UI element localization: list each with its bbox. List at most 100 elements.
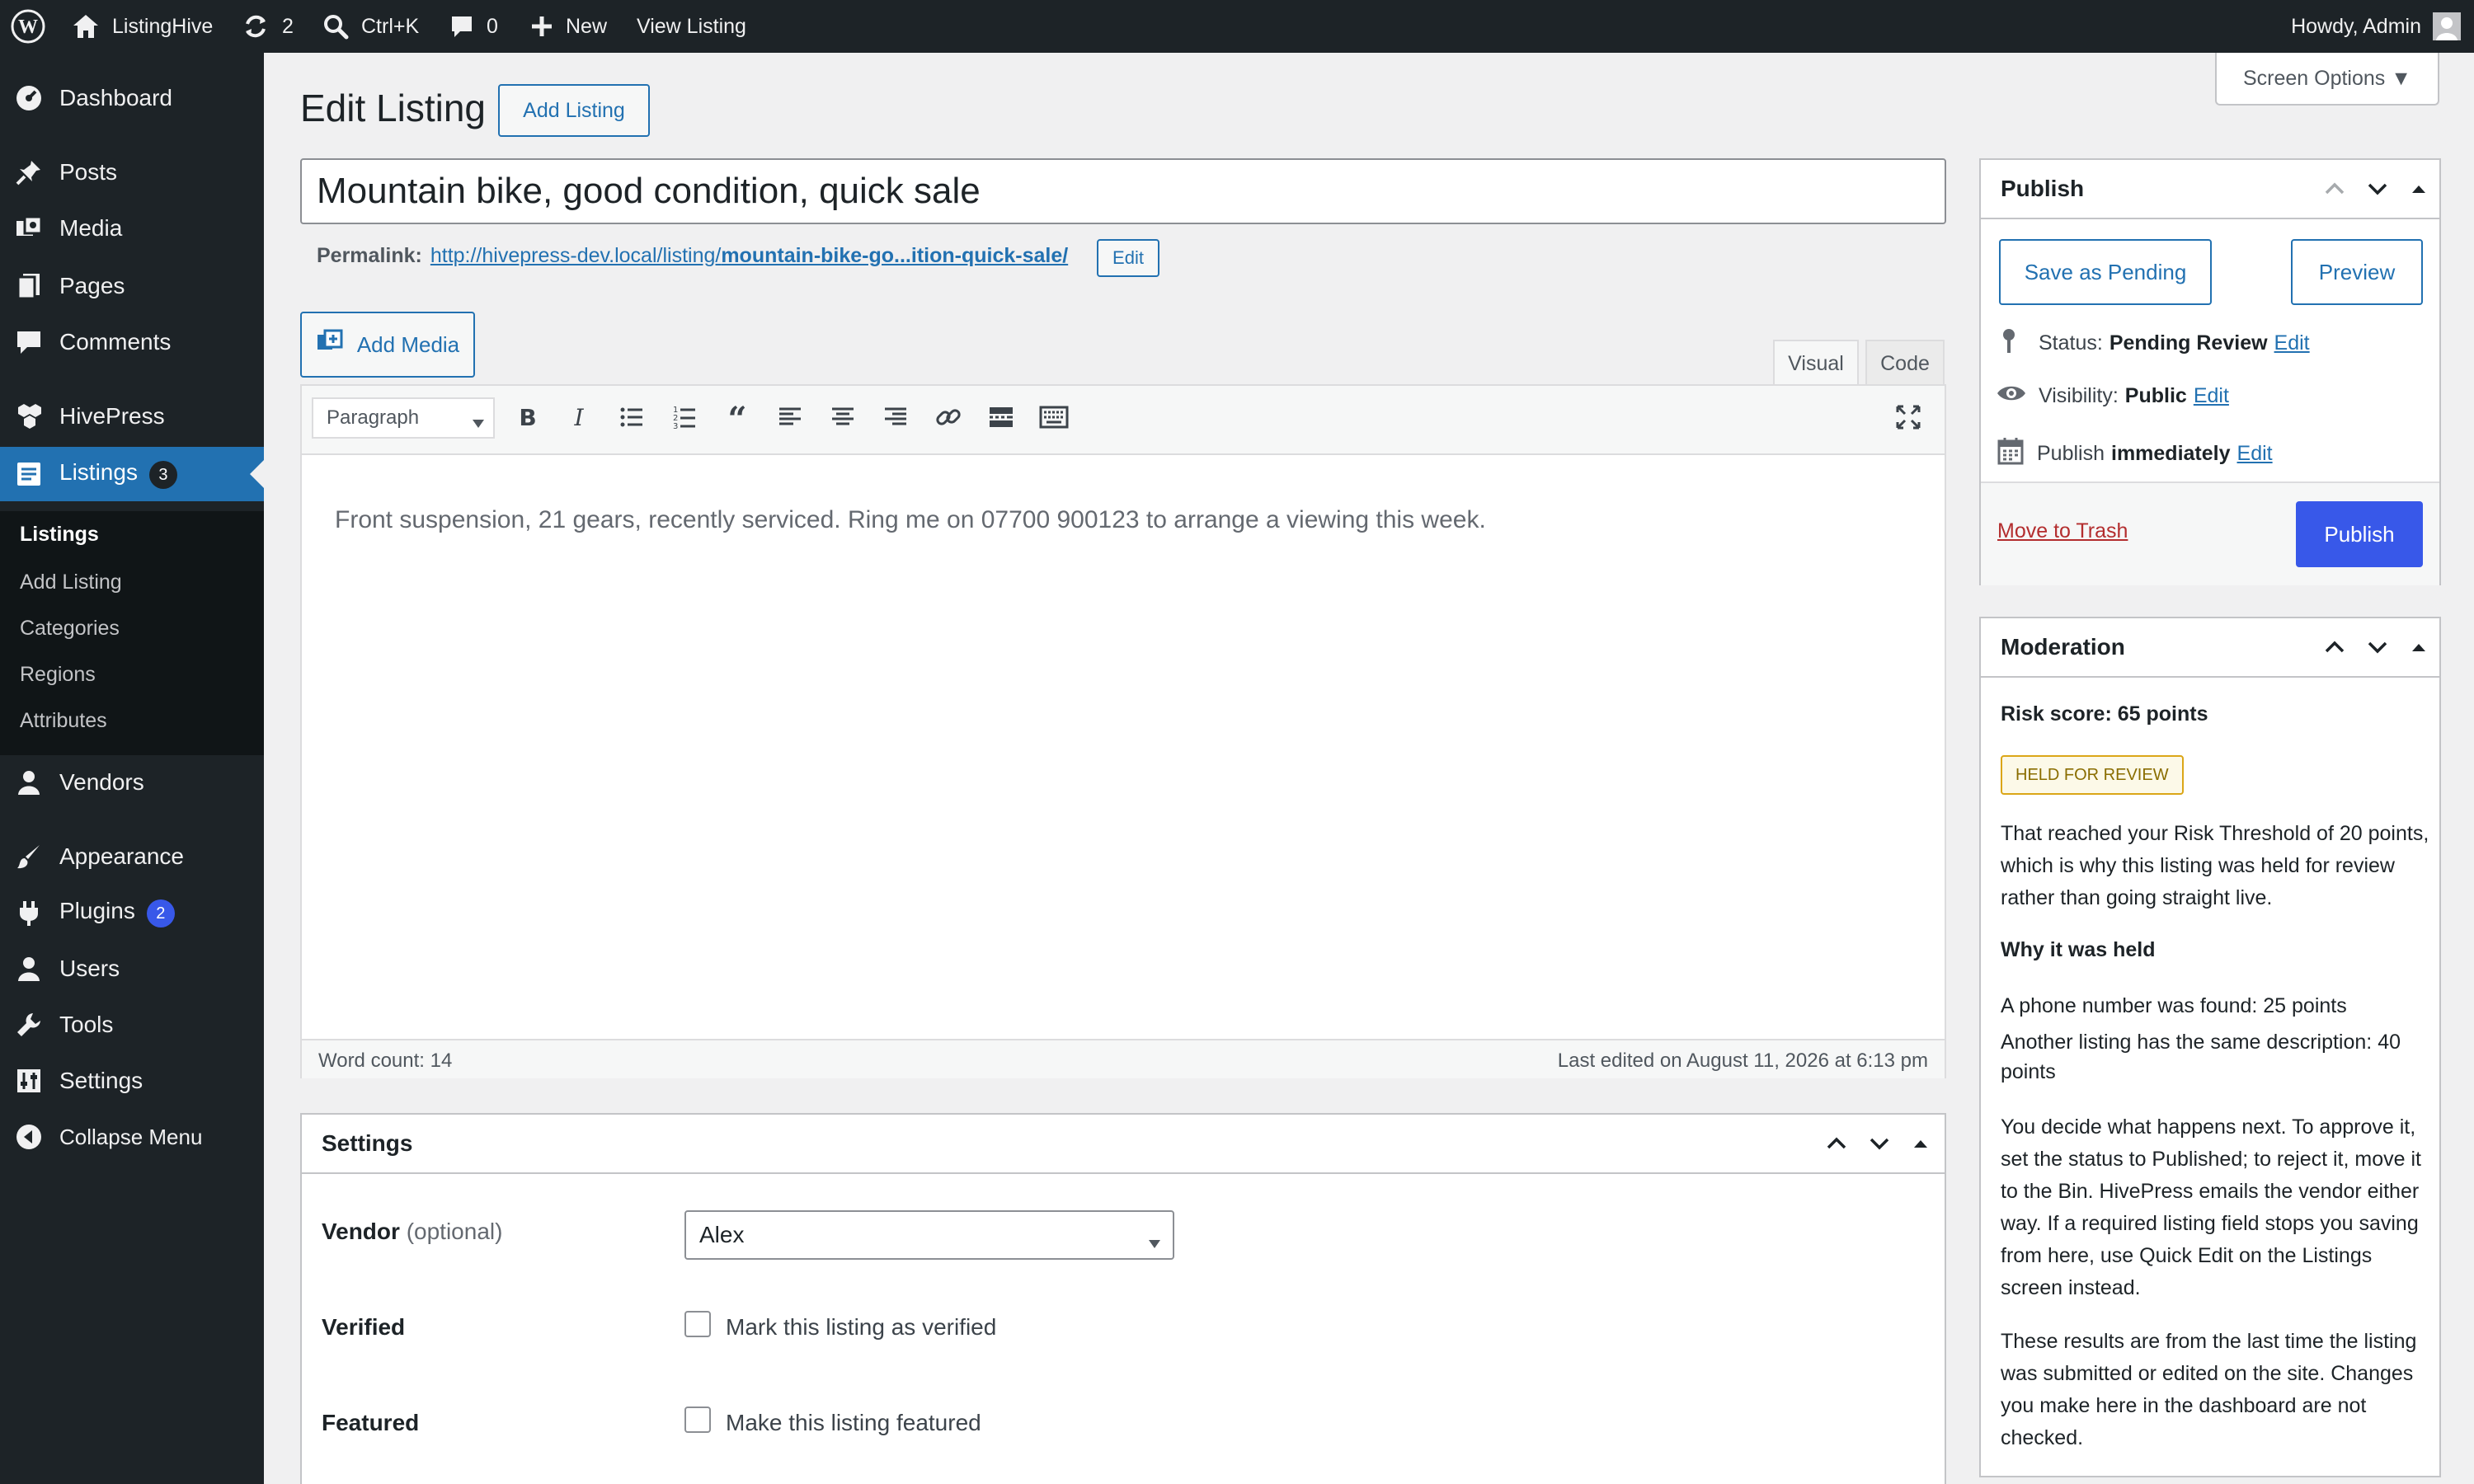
add-listing-button[interactable]: Add Listing <box>498 84 650 137</box>
add-media-button[interactable]: Add Media <box>300 312 475 378</box>
submenu-add-listing[interactable]: Add Listing <box>20 571 122 594</box>
status-value: Pending Review <box>2109 331 2268 355</box>
tab-code[interactable]: Code <box>1865 340 1945 386</box>
vendor-select[interactable]: Alex <box>684 1210 1174 1260</box>
numbered-list-icon[interactable]: 123 <box>670 402 699 432</box>
move-down-icon[interactable] <box>1867 1131 1892 1156</box>
preview-button[interactable]: Preview <box>2291 239 2423 305</box>
menu-collapse[interactable]: Collapse Menu <box>0 1110 264 1164</box>
new-label: New <box>566 14 608 38</box>
settings-box: Settings Vendor (optional) Alex Verified… <box>300 1113 1946 1484</box>
moderation-box-header[interactable]: Moderation <box>1981 618 2439 678</box>
move-to-trash-link[interactable]: Move to Trash <box>1997 519 2128 543</box>
align-center-icon[interactable] <box>828 402 858 432</box>
post-title-text: Mountain bike, good condition, quick sal… <box>317 171 981 211</box>
featured-checkbox-label[interactable]: Make this listing featured <box>726 1410 981 1436</box>
moderation-box-title: Moderation <box>2001 634 2125 660</box>
admin-bar: W ListingHive 2 Ctrl+K 0 New View Listin… <box>0 0 2474 53</box>
collapse-toggle-icon[interactable] <box>1908 1131 1933 1156</box>
collapse-toggle-icon[interactable] <box>2406 635 2431 660</box>
menu-plugins[interactable]: Plugins 2 <box>0 885 264 940</box>
menu-media[interactable]: Media <box>0 201 264 256</box>
menu-vendors[interactable]: Vendors <box>0 755 264 810</box>
menu-listings[interactable]: Listings 3 <box>0 447 264 501</box>
publish-date-row: Publish immediately Edit <box>1997 437 2273 471</box>
format-select[interactable]: Paragraph <box>312 397 495 439</box>
search-icon <box>322 12 350 40</box>
comments-count: 0 <box>487 14 498 38</box>
submenu-regions[interactable]: Regions <box>20 663 96 687</box>
move-up-icon[interactable] <box>2322 635 2347 660</box>
vendor-select-value: Alex <box>699 1222 745 1247</box>
dashboard-gauge-icon <box>15 84 43 112</box>
command-palette-link[interactable]: Ctrl+K <box>322 0 419 53</box>
publish-box-header[interactable]: Publish <box>1981 160 2439 219</box>
status-edit-link[interactable]: Edit <box>2274 331 2310 355</box>
visibility-row: Visibility: Public Edit <box>1996 383 2229 410</box>
read-more-icon[interactable] <box>986 402 1016 432</box>
updates-count: 2 <box>282 14 294 38</box>
permalink-link[interactable]: http://hivepress-dev.local/listing/mount… <box>430 244 1068 268</box>
menu-users[interactable]: Users <box>0 942 264 996</box>
menu-tools[interactable]: Tools <box>0 998 264 1052</box>
menu-comments[interactable]: Comments <box>0 315 264 369</box>
featured-checkbox[interactable] <box>684 1407 711 1433</box>
editor-status-bar: Word count: 14 Last edited on August 11,… <box>302 1039 1945 1078</box>
sidebar-lower: Vendors Appearance Plugins 2 Users Tools … <box>0 755 264 1484</box>
verified-checkbox-label[interactable]: Mark this listing as verified <box>726 1314 996 1341</box>
align-left-icon[interactable] <box>775 402 805 432</box>
screen-options-button[interactable]: Screen Options ▼ <box>2215 53 2439 106</box>
view-listing-link[interactable]: View Listing <box>637 0 746 53</box>
new-content-link[interactable]: New <box>529 0 607 53</box>
submenu-listings[interactable]: Listings <box>20 523 99 547</box>
editor-toolbar <box>302 386 1945 455</box>
align-right-icon[interactable] <box>881 402 910 432</box>
threshold-text: That reached your Risk Threshold of 20 p… <box>2001 822 2429 909</box>
move-up-icon[interactable] <box>2322 176 2347 201</box>
menu-settings[interactable]: Settings <box>0 1054 264 1108</box>
verified-checkbox[interactable] <box>684 1311 711 1337</box>
submenu-categories[interactable]: Categories <box>20 617 120 641</box>
svg-text:I: I <box>573 404 584 431</box>
menu-pages[interactable]: Pages <box>0 259 264 313</box>
settings-box-header[interactable]: Settings <box>302 1115 1945 1174</box>
account-menu[interactable]: Howdy, Admin <box>2291 0 2461 53</box>
comments-link[interactable]: 0 <box>449 0 498 53</box>
save-as-pending-button[interactable]: Save as Pending <box>1999 239 2212 305</box>
visibility-edit-link[interactable]: Edit <box>2194 384 2229 408</box>
publish-date-edit-link[interactable]: Edit <box>2237 442 2273 466</box>
dropdown-arrow-icon <box>1148 1229 1161 1256</box>
permalink-edit-button[interactable]: Edit <box>1097 239 1159 277</box>
wordpress-logo-icon[interactable]: W <box>10 0 46 53</box>
fullscreen-icon[interactable] <box>1893 402 1923 432</box>
visibility-label: Visibility: <box>2039 384 2119 407</box>
svg-text:“: “ <box>727 402 746 432</box>
blockquote-icon[interactable]: “ <box>722 400 752 439</box>
submenu-attributes[interactable]: Attributes <box>20 709 107 733</box>
risk-score: Risk score: 65 points <box>2001 702 2208 726</box>
updates-link[interactable]: 2 <box>241 0 294 53</box>
collapse-toggle-icon[interactable] <box>2406 176 2431 201</box>
held-for-review-badge: HELD FOR REVIEW <box>2001 755 2184 795</box>
italic-icon[interactable]: I <box>564 402 594 432</box>
vendor-label: Vendor (optional) <box>322 1219 502 1245</box>
move-down-icon[interactable] <box>2365 635 2390 660</box>
permalink-slug: mountain-bike-go...ition-quick-sale/ <box>721 244 1069 267</box>
menu-dashboard[interactable]: Dashboard <box>0 71 264 125</box>
bold-icon[interactable]: B <box>513 402 543 432</box>
editor-content[interactable]: Front suspension, 21 gears, recently ser… <box>335 506 1902 534</box>
post-title-input[interactable]: Mountain bike, good condition, quick sal… <box>300 158 1946 224</box>
toolbar-toggle-icon[interactable] <box>1039 402 1069 432</box>
menu-posts[interactable]: Posts <box>0 145 264 200</box>
publish-button[interactable]: Publish <box>2296 501 2423 567</box>
menu-hivepress[interactable]: HivePress <box>0 389 264 444</box>
link-icon[interactable] <box>934 402 963 432</box>
move-up-icon[interactable] <box>1824 1131 1849 1156</box>
menu-appearance[interactable]: Appearance <box>0 829 264 884</box>
site-name: ListingHive <box>112 14 214 38</box>
collapse-arrow-icon <box>15 1123 43 1151</box>
site-name-link[interactable]: ListingHive <box>71 0 213 53</box>
move-down-icon[interactable] <box>2365 176 2390 201</box>
bullet-list-icon[interactable] <box>617 402 647 432</box>
tab-visual[interactable]: Visual <box>1773 340 1859 386</box>
